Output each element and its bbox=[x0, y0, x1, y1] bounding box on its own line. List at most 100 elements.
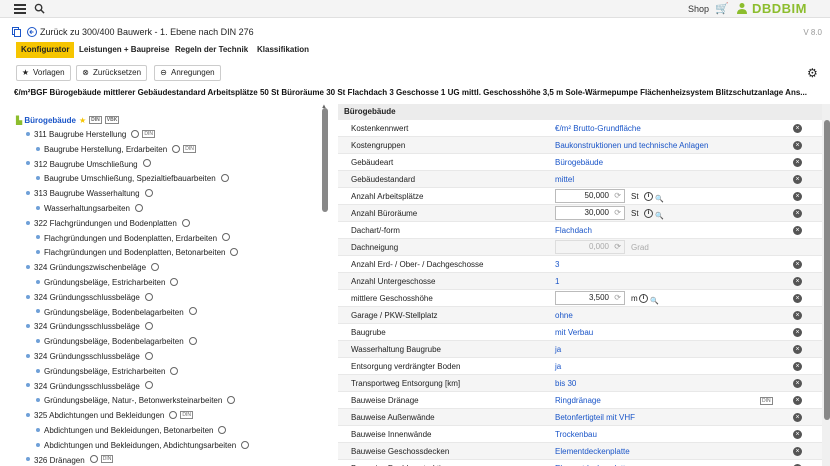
history-icon[interactable] bbox=[218, 425, 227, 434]
zuruecksetzen-button[interactable]: ⊗ Zurücksetzen bbox=[76, 65, 148, 81]
history-icon[interactable] bbox=[144, 351, 153, 360]
remove-icon[interactable]: × bbox=[793, 413, 802, 422]
tree-leaf[interactable]: Gründungsbeläge, Estricharbeiten bbox=[36, 276, 179, 289]
history-icon[interactable] bbox=[181, 218, 190, 227]
refresh-icon[interactable]: ⟳ bbox=[614, 292, 621, 304]
din-badge[interactable]: DIN bbox=[180, 411, 193, 420]
history-icon[interactable] bbox=[89, 455, 98, 464]
remove-icon[interactable]: × bbox=[793, 430, 802, 439]
property-value[interactable]: ja bbox=[555, 358, 561, 375]
tree-leaf[interactable]: Baugrube Umschließung, Spezialtiefbauarb… bbox=[36, 172, 229, 185]
panel-scrollbar[interactable] bbox=[824, 120, 830, 420]
history-icon[interactable] bbox=[222, 233, 231, 242]
din-badge[interactable]: DIN bbox=[89, 115, 102, 124]
remove-icon[interactable]: × bbox=[793, 141, 802, 150]
tree-group[interactable]: 322 Flachgründungen und Bodenplatten bbox=[26, 217, 190, 230]
info-icon[interactable]: i bbox=[644, 209, 653, 218]
property-value[interactable]: Elementdeckenplatte bbox=[555, 443, 630, 460]
history-icon[interactable] bbox=[170, 277, 179, 286]
remove-icon[interactable]: × bbox=[793, 362, 802, 371]
tab-regeln-der-technik[interactable]: Regeln der Technik bbox=[170, 42, 253, 58]
tree-group[interactable]: 326 Dränagen DIN bbox=[26, 454, 114, 466]
refresh-icon[interactable]: ⟳ bbox=[614, 207, 621, 219]
remove-icon[interactable]: × bbox=[793, 328, 802, 337]
tree-group[interactable]: 324 Gründungsschlussbeläge bbox=[26, 291, 153, 304]
shop-link[interactable]: Shop bbox=[688, 4, 709, 14]
din-badge[interactable]: DIN bbox=[100, 455, 114, 464]
remove-icon[interactable]: × bbox=[793, 226, 802, 235]
property-value[interactable]: 3 bbox=[555, 256, 559, 273]
remove-icon[interactable]: × bbox=[793, 175, 802, 184]
copy-icon[interactable] bbox=[12, 26, 21, 37]
remove-icon[interactable]: × bbox=[793, 379, 802, 388]
property-value[interactable]: bis 30 bbox=[555, 375, 576, 392]
history-icon[interactable] bbox=[144, 292, 153, 301]
property-value[interactable]: Flachdach bbox=[555, 222, 592, 239]
history-icon[interactable] bbox=[134, 203, 143, 212]
property-input[interactable]: 3,500 ⟳ bbox=[555, 291, 625, 305]
tree-group[interactable]: 324 Gründungsschlussbeläge bbox=[26, 350, 153, 363]
history-icon[interactable] bbox=[241, 440, 250, 449]
tree-leaf[interactable]: Gründungsbeläge, Estricharbeiten bbox=[36, 365, 179, 378]
history-icon[interactable] bbox=[144, 189, 153, 198]
property-value[interactable]: mit Verbau bbox=[555, 324, 593, 341]
history-icon[interactable] bbox=[142, 159, 151, 168]
property-value[interactable]: €/m² Brutto-Grundfläche bbox=[555, 120, 641, 137]
remove-icon[interactable]: × bbox=[793, 345, 802, 354]
tree-group[interactable]: 325 Abdichtungen und Bekleidungen DIN bbox=[26, 409, 193, 422]
favorite-star-icon[interactable]: ★ bbox=[79, 116, 86, 125]
search-icon[interactable] bbox=[34, 3, 45, 14]
info-icon[interactable]: i bbox=[644, 192, 653, 201]
property-value[interactable]: Bürogebäude bbox=[555, 154, 603, 171]
remove-icon[interactable]: × bbox=[793, 396, 802, 405]
property-value[interactable]: 1 bbox=[555, 273, 559, 290]
tree-group[interactable]: 324 Gründungsschlussbeläge bbox=[26, 320, 153, 333]
tree-group[interactable]: 311 Baugrube Herstellung DIN bbox=[26, 128, 155, 141]
tree-group[interactable]: 313 Baugrube Wasserhaltung bbox=[26, 187, 153, 200]
tree-group[interactable]: 324 Gründungszwischenbeläge bbox=[26, 261, 160, 274]
tree-root[interactable]: ▙ Bürogebäude ★ DIN VBK bbox=[16, 114, 120, 127]
remove-icon[interactable]: × bbox=[793, 209, 802, 218]
tree-scrollbar[interactable] bbox=[322, 108, 328, 212]
gear-icon[interactable]: ⚙ bbox=[807, 66, 818, 80]
property-value[interactable]: mittel bbox=[555, 171, 574, 188]
history-icon[interactable] bbox=[220, 174, 229, 183]
history-icon[interactable] bbox=[144, 322, 153, 331]
tab-leistungen-baupreise[interactable]: Leistungen + Baupreise bbox=[74, 42, 174, 58]
remove-icon[interactable]: × bbox=[793, 447, 802, 456]
remove-icon[interactable]: × bbox=[793, 294, 802, 303]
history-icon[interactable] bbox=[169, 411, 178, 420]
history-icon[interactable] bbox=[188, 307, 197, 316]
property-input[interactable]: 30,000 ⟳ bbox=[555, 206, 625, 220]
history-icon[interactable] bbox=[227, 396, 236, 405]
menu-icon[interactable] bbox=[14, 4, 26, 14]
tree-leaf[interactable]: Flachgründungen und Bodenplatten, Erdarb… bbox=[36, 232, 231, 245]
property-value[interactable]: Baukonstruktionen und technische Anlagen bbox=[555, 137, 708, 154]
property-input[interactable]: 50,000 ⟳ bbox=[555, 189, 625, 203]
info-icon[interactable]: i bbox=[639, 294, 648, 303]
refresh-icon[interactable]: ⟳ bbox=[614, 241, 621, 253]
tree-leaf[interactable]: Abdichtungen und Bekleidungen, Abdichtun… bbox=[36, 439, 250, 452]
property-value[interactable]: ja bbox=[555, 341, 561, 358]
din-badge[interactable]: DIN bbox=[760, 397, 773, 405]
history-icon[interactable] bbox=[172, 144, 181, 153]
remove-icon[interactable]: × bbox=[793, 124, 802, 133]
vbk-badge[interactable]: VBK bbox=[104, 115, 120, 124]
history-icon[interactable] bbox=[188, 337, 197, 346]
cart-icon[interactable]: 🛒 bbox=[715, 2, 729, 15]
history-icon[interactable] bbox=[170, 366, 179, 375]
history-icon[interactable] bbox=[144, 381, 153, 390]
user-icon[interactable] bbox=[736, 2, 748, 14]
tree-leaf[interactable]: Gründungsbeläge, Bodenbelagarbeiten bbox=[36, 306, 197, 319]
remove-icon[interactable]: × bbox=[793, 311, 802, 320]
property-value[interactable]: Betonfertigteil mit VHF bbox=[555, 409, 635, 426]
remove-icon[interactable]: × bbox=[793, 260, 802, 269]
property-value[interactable]: Elementdeckenplatte bbox=[555, 460, 630, 466]
tab-konfigurator[interactable]: Konfigurator bbox=[16, 42, 75, 58]
tree-group[interactable]: 312 Baugrube Umschließung bbox=[26, 158, 151, 171]
anregungen-button[interactable]: ⊖ Anregungen bbox=[154, 65, 221, 81]
refresh-icon[interactable]: ⟳ bbox=[614, 190, 621, 202]
tree-leaf[interactable]: Wasserhaltungsarbeiten bbox=[36, 202, 143, 215]
back-arrow-icon[interactable] bbox=[26, 26, 37, 37]
tree-leaf[interactable]: Gründungsbeläge, Natur-, Betonwerksteina… bbox=[36, 394, 236, 407]
